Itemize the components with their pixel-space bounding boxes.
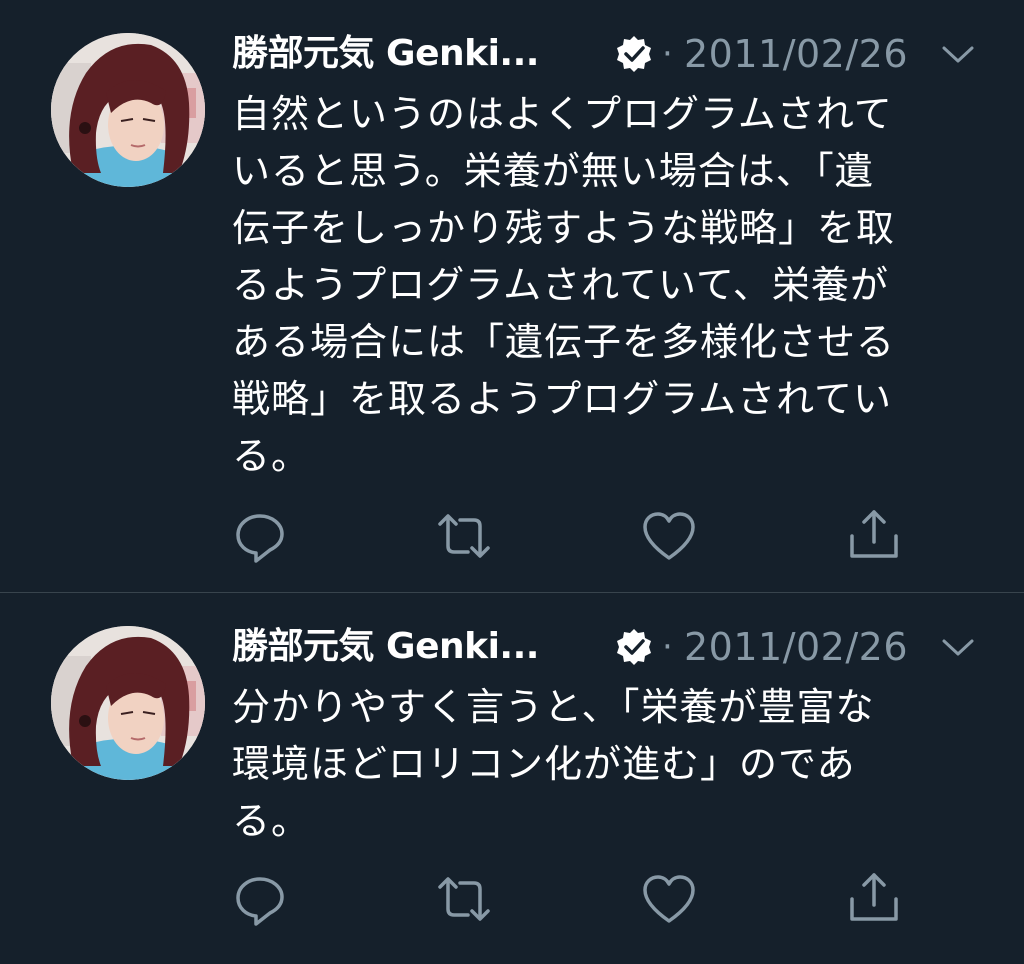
tweet-header: 勝部元気 Genki... · 2011/02/26 [232,625,992,669]
share-icon[interactable] [844,869,904,929]
tweet[interactable]: 勝部元気 Genki... · 2011/02/26 自然というのはよくプログラ… [0,0,1024,592]
separator-dot: · [662,34,673,74]
retweet-icon[interactable] [434,506,494,566]
author-name[interactable]: 勝部元気 Genki... [232,34,539,74]
tweet-actions [0,506,1024,566]
tweet-actions [0,869,1024,929]
heart-icon[interactable] [639,506,699,566]
separator-dot: · [662,627,673,667]
reply-icon[interactable] [230,869,290,929]
author-name[interactable]: 勝部元気 Genki... [232,627,539,667]
avatar[interactable] [51,626,205,780]
reply-icon[interactable] [230,506,290,566]
tweet-date[interactable]: 2011/02/26 [684,34,908,74]
share-icon[interactable] [844,506,904,566]
avatar[interactable] [51,33,205,187]
tweet-text: 自然というのはよくプログラムされて いると思う。栄養が無い場合は、「遺 伝子をし… [232,92,896,478]
chevron-down-icon[interactable] [940,633,976,661]
verified-badge-icon [614,627,654,667]
tweet[interactable]: 勝部元気 Genki... · 2011/02/26 分かりやすく言うと、「栄養… [0,593,1024,964]
tweet-text: 分かりやすく言うと、「栄養が豊富な 環境ほどロリコン化が進む」のであ る。 [232,685,875,843]
retweet-icon[interactable] [434,869,494,929]
tweet-header: 勝部元気 Genki... · 2011/02/26 [232,32,992,76]
tweet-date[interactable]: 2011/02/26 [684,627,908,667]
verified-badge-icon [614,34,654,74]
heart-icon[interactable] [639,869,699,929]
chevron-down-icon[interactable] [940,40,976,68]
